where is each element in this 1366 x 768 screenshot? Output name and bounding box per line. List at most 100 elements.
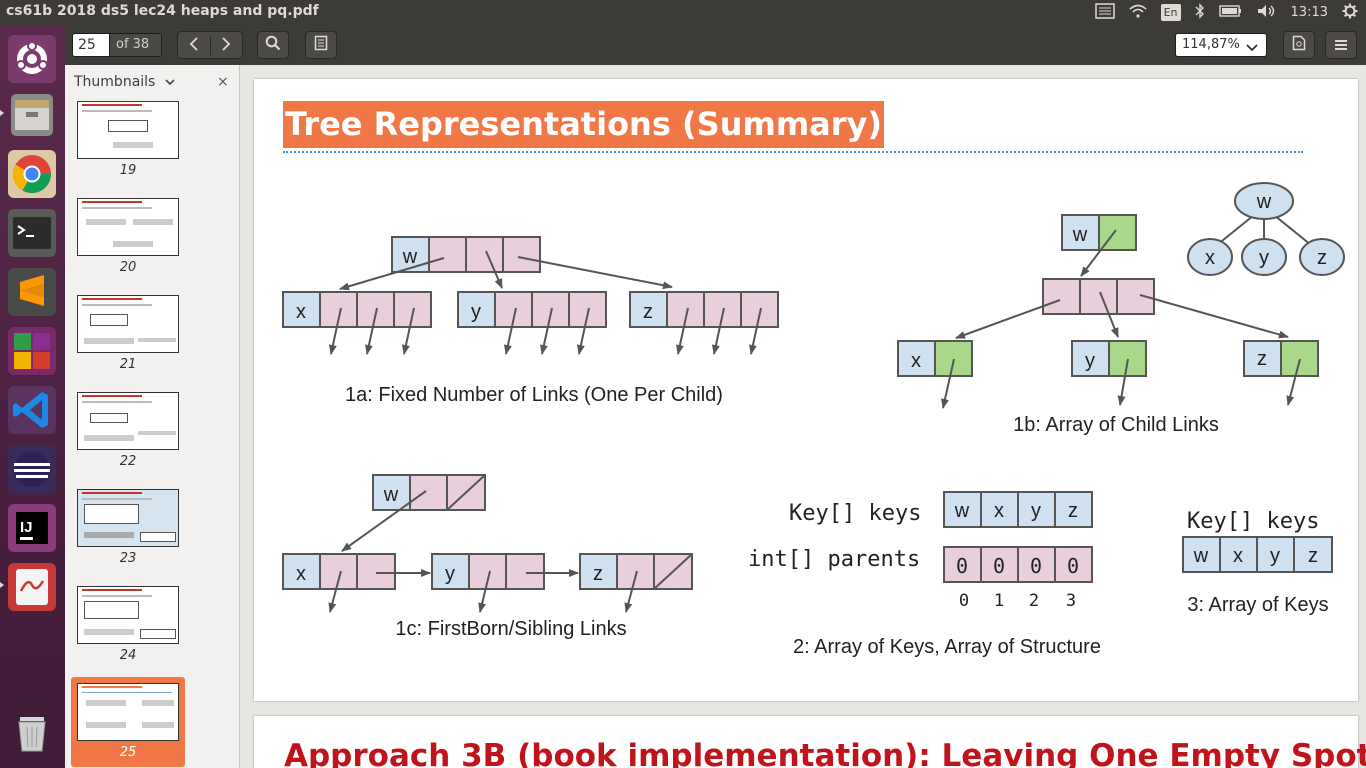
thumbnail-page-24[interactable]: [77, 586, 179, 644]
thumbnail-number: 21: [119, 357, 137, 372]
thumbnails-sidebar: Thumbnails × 19 20 21 22 23 24 25: [65, 65, 240, 768]
node-label: z: [643, 301, 653, 323]
running-indicator: [0, 110, 4, 116]
trash-icon[interactable]: [6, 707, 58, 759]
sublime-text-icon[interactable]: [6, 266, 58, 318]
clock[interactable]: 13:13: [1291, 5, 1328, 20]
zoom-value: 114,87%: [1182, 37, 1240, 52]
next-slide-title: Approach 3B (book implementation): Leavi…: [284, 738, 1366, 768]
document-view[interactable]: Tree Representations (Summary) w x y z w…: [240, 65, 1366, 768]
caption-1b: 1b: Array of Child Links: [1013, 414, 1219, 436]
hamburger-menu-icon: [1334, 36, 1348, 55]
caption-1a: 1a: Fixed Number of Links (One Per Child…: [345, 384, 723, 406]
chevron-down-icon[interactable]: [165, 74, 175, 90]
running-indicator: [0, 582, 4, 588]
parents-array-label: int[] parents: [748, 547, 920, 572]
page-number-input[interactable]: [73, 34, 109, 56]
node-label: x: [296, 563, 306, 585]
node-label: x: [911, 350, 921, 372]
parents-cell: 0: [956, 554, 968, 578]
thumbnail-number: 23: [119, 551, 137, 566]
bluetooth-icon[interactable]: [1195, 2, 1205, 23]
chrome-icon[interactable]: [6, 148, 58, 200]
index-label: 0: [959, 591, 969, 611]
index-label: 2: [1029, 591, 1039, 611]
keyboard-layout-indicator[interactable]: En: [1160, 4, 1181, 21]
libreoffice-icon[interactable]: [6, 325, 58, 377]
node-label: w: [1256, 191, 1272, 213]
node-label: y: [445, 563, 455, 585]
node-label: z: [1257, 348, 1267, 370]
terminal-icon[interactable]: [6, 207, 58, 259]
node-label: w: [1072, 224, 1088, 246]
caption-2: 2: Array of Keys, Array of Structure: [793, 636, 1101, 658]
svg-text:IJ: IJ: [20, 519, 33, 536]
intellij-icon[interactable]: IJ: [6, 502, 58, 554]
node-label: z: [593, 563, 603, 585]
page-navigation: [177, 31, 243, 59]
thumbnail-page-21[interactable]: [77, 295, 179, 353]
page-total: of 38: [109, 34, 161, 56]
close-icon[interactable]: ×: [217, 74, 229, 90]
keys-array-label: Key[] keys: [789, 501, 921, 526]
top-panel: cs61b 2018 ds5 lec24 heaps and pq.pdf En…: [0, 0, 1366, 25]
next-page-button[interactable]: [209, 35, 242, 55]
files-icon[interactable]: [6, 89, 58, 141]
settings-gear-icon[interactable]: [1342, 3, 1358, 23]
caption-3: 3: Array of Keys: [1187, 594, 1328, 616]
previous-page-button[interactable]: [178, 36, 210, 55]
pdf-page: Approach 3B (book implementation): Leavi…: [254, 716, 1366, 768]
window-title: cs61b 2018 ds5 lec24 heaps and pq.pdf: [6, 3, 319, 19]
keys-array-label: Key[] keys: [1187, 509, 1319, 534]
thumbnail-page-22[interactable]: [77, 392, 179, 450]
zoom-select[interactable]: 114,87%: [1175, 33, 1267, 57]
keys-cell: y: [1270, 545, 1280, 567]
annotations-button[interactable]: [305, 31, 337, 59]
sidebar-title: Thumbnails: [74, 74, 156, 90]
thumbnail-page-19[interactable]: [77, 101, 179, 159]
thumbnail-page-20[interactable]: [77, 198, 179, 256]
sidebar-header[interactable]: Thumbnails ×: [65, 65, 239, 99]
main-menu-button[interactable]: [1325, 31, 1357, 59]
wifi-icon[interactable]: [1129, 3, 1147, 22]
node-label: z: [1317, 247, 1327, 269]
parents-cell: 0: [1067, 554, 1079, 578]
vscode-icon[interactable]: [6, 384, 58, 436]
node-label: y: [1085, 350, 1095, 372]
keys-cell: x: [994, 500, 1004, 522]
document-viewer-icon[interactable]: [6, 561, 58, 613]
menu-icon[interactable]: [1094, 2, 1115, 23]
search-button[interactable]: [257, 31, 289, 59]
thumbnail-number: 25: [119, 745, 137, 760]
keys-cell: z: [1068, 500, 1078, 522]
keys-cell: w: [954, 500, 970, 522]
page-view-button[interactable]: [1283, 31, 1315, 59]
thumbnail-page-25[interactable]: [77, 683, 179, 741]
keys-cell: x: [1233, 545, 1243, 567]
page-selector: of 38: [72, 33, 162, 57]
thumbnail-number: 20: [119, 260, 137, 275]
thumbnail-number: 24: [119, 648, 137, 663]
parents-cell: 0: [993, 554, 1005, 578]
node-label: y: [471, 301, 481, 323]
launcher: IJ: [0, 25, 65, 768]
system-tray: En 13:13: [1094, 0, 1366, 25]
volume-icon[interactable]: [1257, 3, 1277, 22]
thumbnail-number: 19: [119, 163, 137, 178]
thumbnail-number: 22: [119, 454, 137, 469]
search-icon: [265, 35, 281, 55]
keys-cell: y: [1031, 500, 1041, 522]
battery-icon[interactable]: [1218, 3, 1243, 22]
thumbnail-page-23[interactable]: [77, 489, 179, 547]
tree-representations-diagram: w x y z w x y z w x y z w x y z w x y z: [282, 182, 1345, 658]
node-label: w: [402, 246, 418, 268]
keys-cell: w: [1193, 545, 1209, 567]
parents-cell: 0: [1030, 554, 1042, 578]
chevron-down-icon: [1246, 41, 1258, 56]
node-label: x: [1205, 247, 1215, 269]
document-toolbar: of 38 114,87%: [65, 25, 1366, 65]
eclipse-icon[interactable]: [6, 443, 58, 495]
index-label: 3: [1066, 591, 1076, 611]
node-label: w: [383, 484, 399, 506]
ubuntu-dash-icon[interactable]: [6, 33, 58, 85]
